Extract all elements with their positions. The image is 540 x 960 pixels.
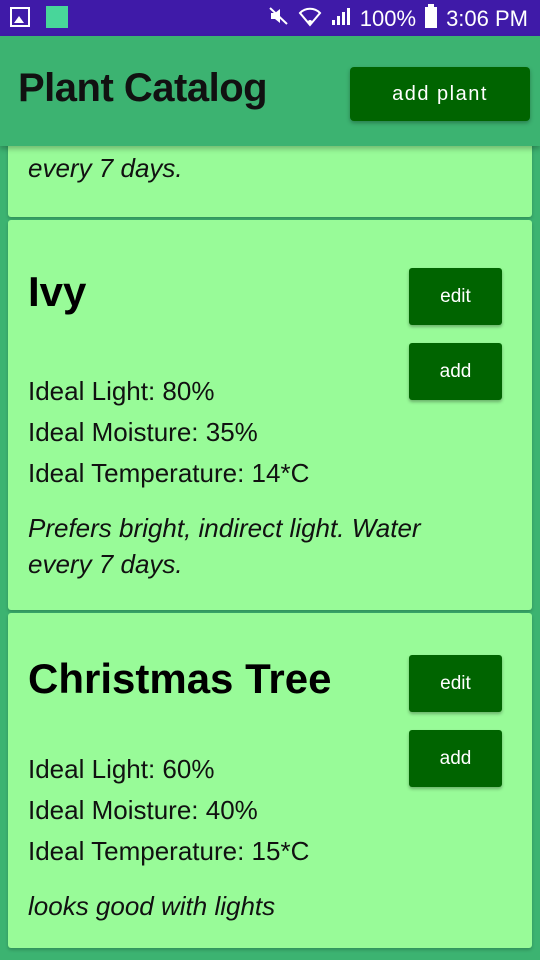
plant-note: Prefers bright, indirect light. Water ev… [28, 513, 421, 579]
edit-button[interactable]: edit [409, 268, 502, 325]
clock: 3:06 PM [446, 6, 528, 31]
ideal-temperature: Ideal Temperature: 15*C [28, 836, 310, 866]
mute-icon [268, 5, 290, 33]
edit-button[interactable]: edit [409, 655, 502, 712]
plant-name: Christmas Tree [28, 655, 332, 702]
add-button[interactable]: add [409, 730, 502, 787]
ideal-moisture: Ideal Moisture: 40% [28, 795, 258, 825]
app-square-icon [46, 6, 68, 28]
status-bar: 100% 3:06 PM [0, 0, 540, 36]
ideal-light: Ideal Light: 80% [28, 376, 215, 406]
add-button[interactable]: add [409, 343, 502, 400]
ideal-light: Ideal Light: 60% [28, 754, 215, 784]
plant-note: every 7 days. [28, 153, 183, 183]
plant-card-partial: every 7 days. [8, 146, 532, 217]
add-plant-button[interactable]: add plant [350, 67, 530, 121]
plant-name: Ivy [28, 268, 87, 315]
image-icon [10, 7, 30, 27]
wifi-icon [298, 5, 322, 33]
ideal-temperature: Ideal Temperature: 14*C [28, 458, 310, 488]
battery-icon [424, 4, 438, 34]
battery-text: 100% [359, 6, 417, 31]
plant-card: Ivy edit add Ideal Light: 80% Ideal Mois… [8, 220, 532, 610]
plant-note: looks good with lights [28, 891, 276, 921]
ideal-moisture: Ideal Moisture: 35% [28, 417, 258, 447]
app-bar: Plant Catalog add plant [0, 36, 540, 146]
signal-icon [330, 5, 352, 33]
plant-list[interactable]: every 7 days. Ivy edit add Ideal Light: … [0, 146, 540, 960]
page-title: Plant Catalog [18, 66, 268, 110]
plant-card: Christmas Tree edit add Ideal Light: 60%… [8, 613, 532, 948]
